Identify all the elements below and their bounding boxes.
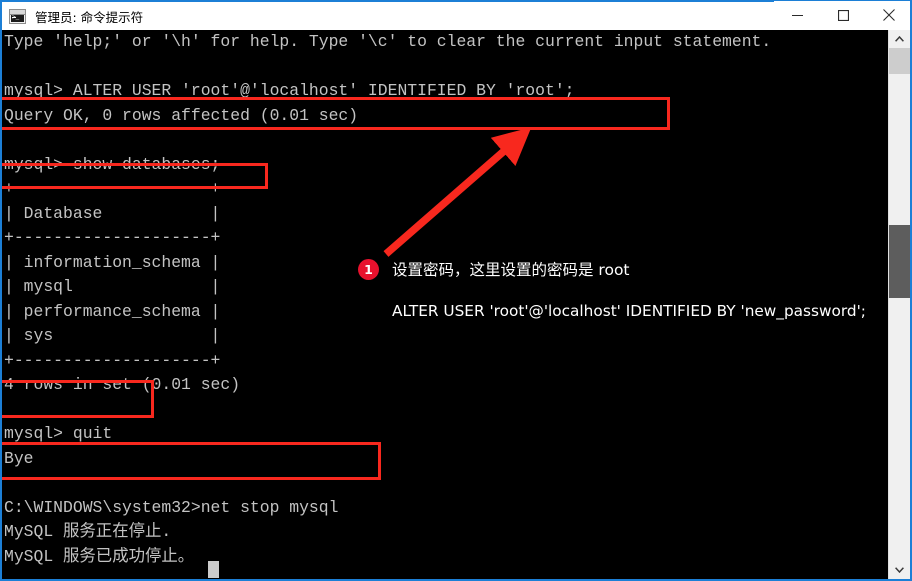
titlebar-left-group: 管理员: 命令提示符 [2, 7, 774, 26]
command-prompt-window: 管理员: 命令提示符 Type 'help;' or '\h' [0, 0, 912, 581]
maximize-button[interactable] [820, 1, 866, 29]
annotation-block: 1 设置密码，这里设置的密码是 root ALTER USER 'root'@'… [358, 258, 890, 320]
terminal-output-area[interactable]: Type 'help;' or '\h' for help. Type '\c'… [2, 30, 890, 579]
scrollbar-track-upper[interactable] [889, 48, 910, 74]
window-title: 管理员: 命令提示符 [35, 9, 144, 25]
window-titlebar[interactable]: 管理员: 命令提示符 [2, 0, 910, 31]
scrollbar-up-button[interactable] [889, 30, 910, 48]
maximize-icon [837, 9, 849, 21]
minimize-icon [791, 14, 803, 16]
scrollbar-thumb[interactable] [889, 225, 910, 298]
chevron-down-icon [895, 567, 904, 573]
text-cursor [208, 561, 219, 578]
close-icon [883, 9, 895, 21]
chevron-up-icon [895, 36, 904, 42]
vertical-scrollbar[interactable] [888, 30, 910, 579]
minimize-button[interactable] [774, 1, 820, 29]
annotation-heading-row: 1 设置密码，这里设置的密码是 root [358, 258, 890, 280]
close-button[interactable] [866, 1, 910, 29]
scrollbar-down-button[interactable] [889, 561, 910, 579]
annotation-sql-text: ALTER USER 'root'@'localhost' IDENTIFIED… [392, 302, 866, 320]
annotation-badge: 1 [358, 258, 379, 280]
window-controls [774, 1, 910, 31]
annotation-title: 设置密码，这里设置的密码是 root [392, 261, 630, 279]
command-prompt-icon [9, 8, 26, 24]
